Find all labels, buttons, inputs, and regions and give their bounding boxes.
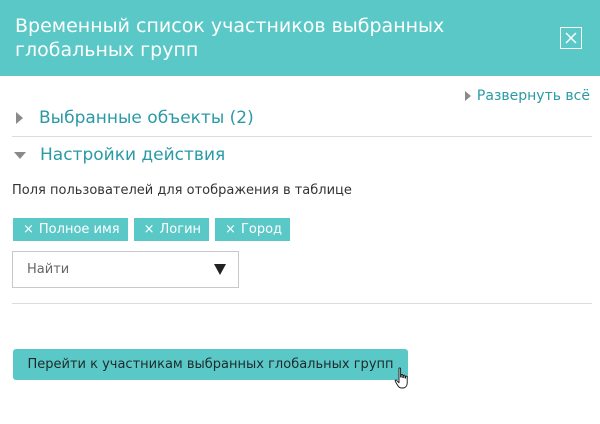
caret-right-icon xyxy=(16,112,23,124)
divider xyxy=(12,136,592,137)
section-action-settings[interactable]: Настройки действия xyxy=(12,145,225,165)
field-search-select[interactable]: Найти xyxy=(12,251,239,288)
modal-title: Временный список участников выбранных гл… xyxy=(15,15,445,61)
section-selected-objects[interactable]: Выбранные объекты (2) xyxy=(12,108,254,128)
close-button[interactable] xyxy=(560,27,582,49)
tag-city[interactable]: × Город xyxy=(215,218,291,241)
close-icon xyxy=(565,32,577,44)
tag-label: Логин xyxy=(159,222,202,237)
remove-icon[interactable]: × xyxy=(23,222,34,237)
section-label: Выбранные объекты (2) xyxy=(39,108,254,128)
selected-fields-tags: × Полное имя × Логин × Город xyxy=(13,218,291,241)
hand-pointer-icon xyxy=(394,367,408,389)
expand-all-link[interactable]: Развернуть всё xyxy=(464,88,590,104)
tag-login[interactable]: × Логин xyxy=(133,218,210,241)
divider xyxy=(12,303,592,304)
tag-label: Полное имя xyxy=(38,222,120,237)
caret-right-icon xyxy=(464,91,471,101)
search-placeholder: Найти xyxy=(27,262,70,277)
dropdown-arrow-icon xyxy=(214,264,226,275)
section-label: Настройки действия xyxy=(40,145,226,165)
remove-icon[interactable]: × xyxy=(144,222,155,237)
modal-header: Временный список участников выбранных гл… xyxy=(0,0,600,76)
tag-label: Город xyxy=(240,222,283,237)
tag-full-name[interactable]: × Полное имя xyxy=(13,218,128,241)
expand-all-label: Развернуть всё xyxy=(476,88,590,104)
fields-label: Поля пользователей для отображения в таб… xyxy=(12,183,352,198)
go-to-group-members-button[interactable]: Перейти к участникам выбранных глобальны… xyxy=(13,349,408,380)
caret-down-icon xyxy=(14,151,26,159)
remove-icon[interactable]: × xyxy=(225,222,236,237)
